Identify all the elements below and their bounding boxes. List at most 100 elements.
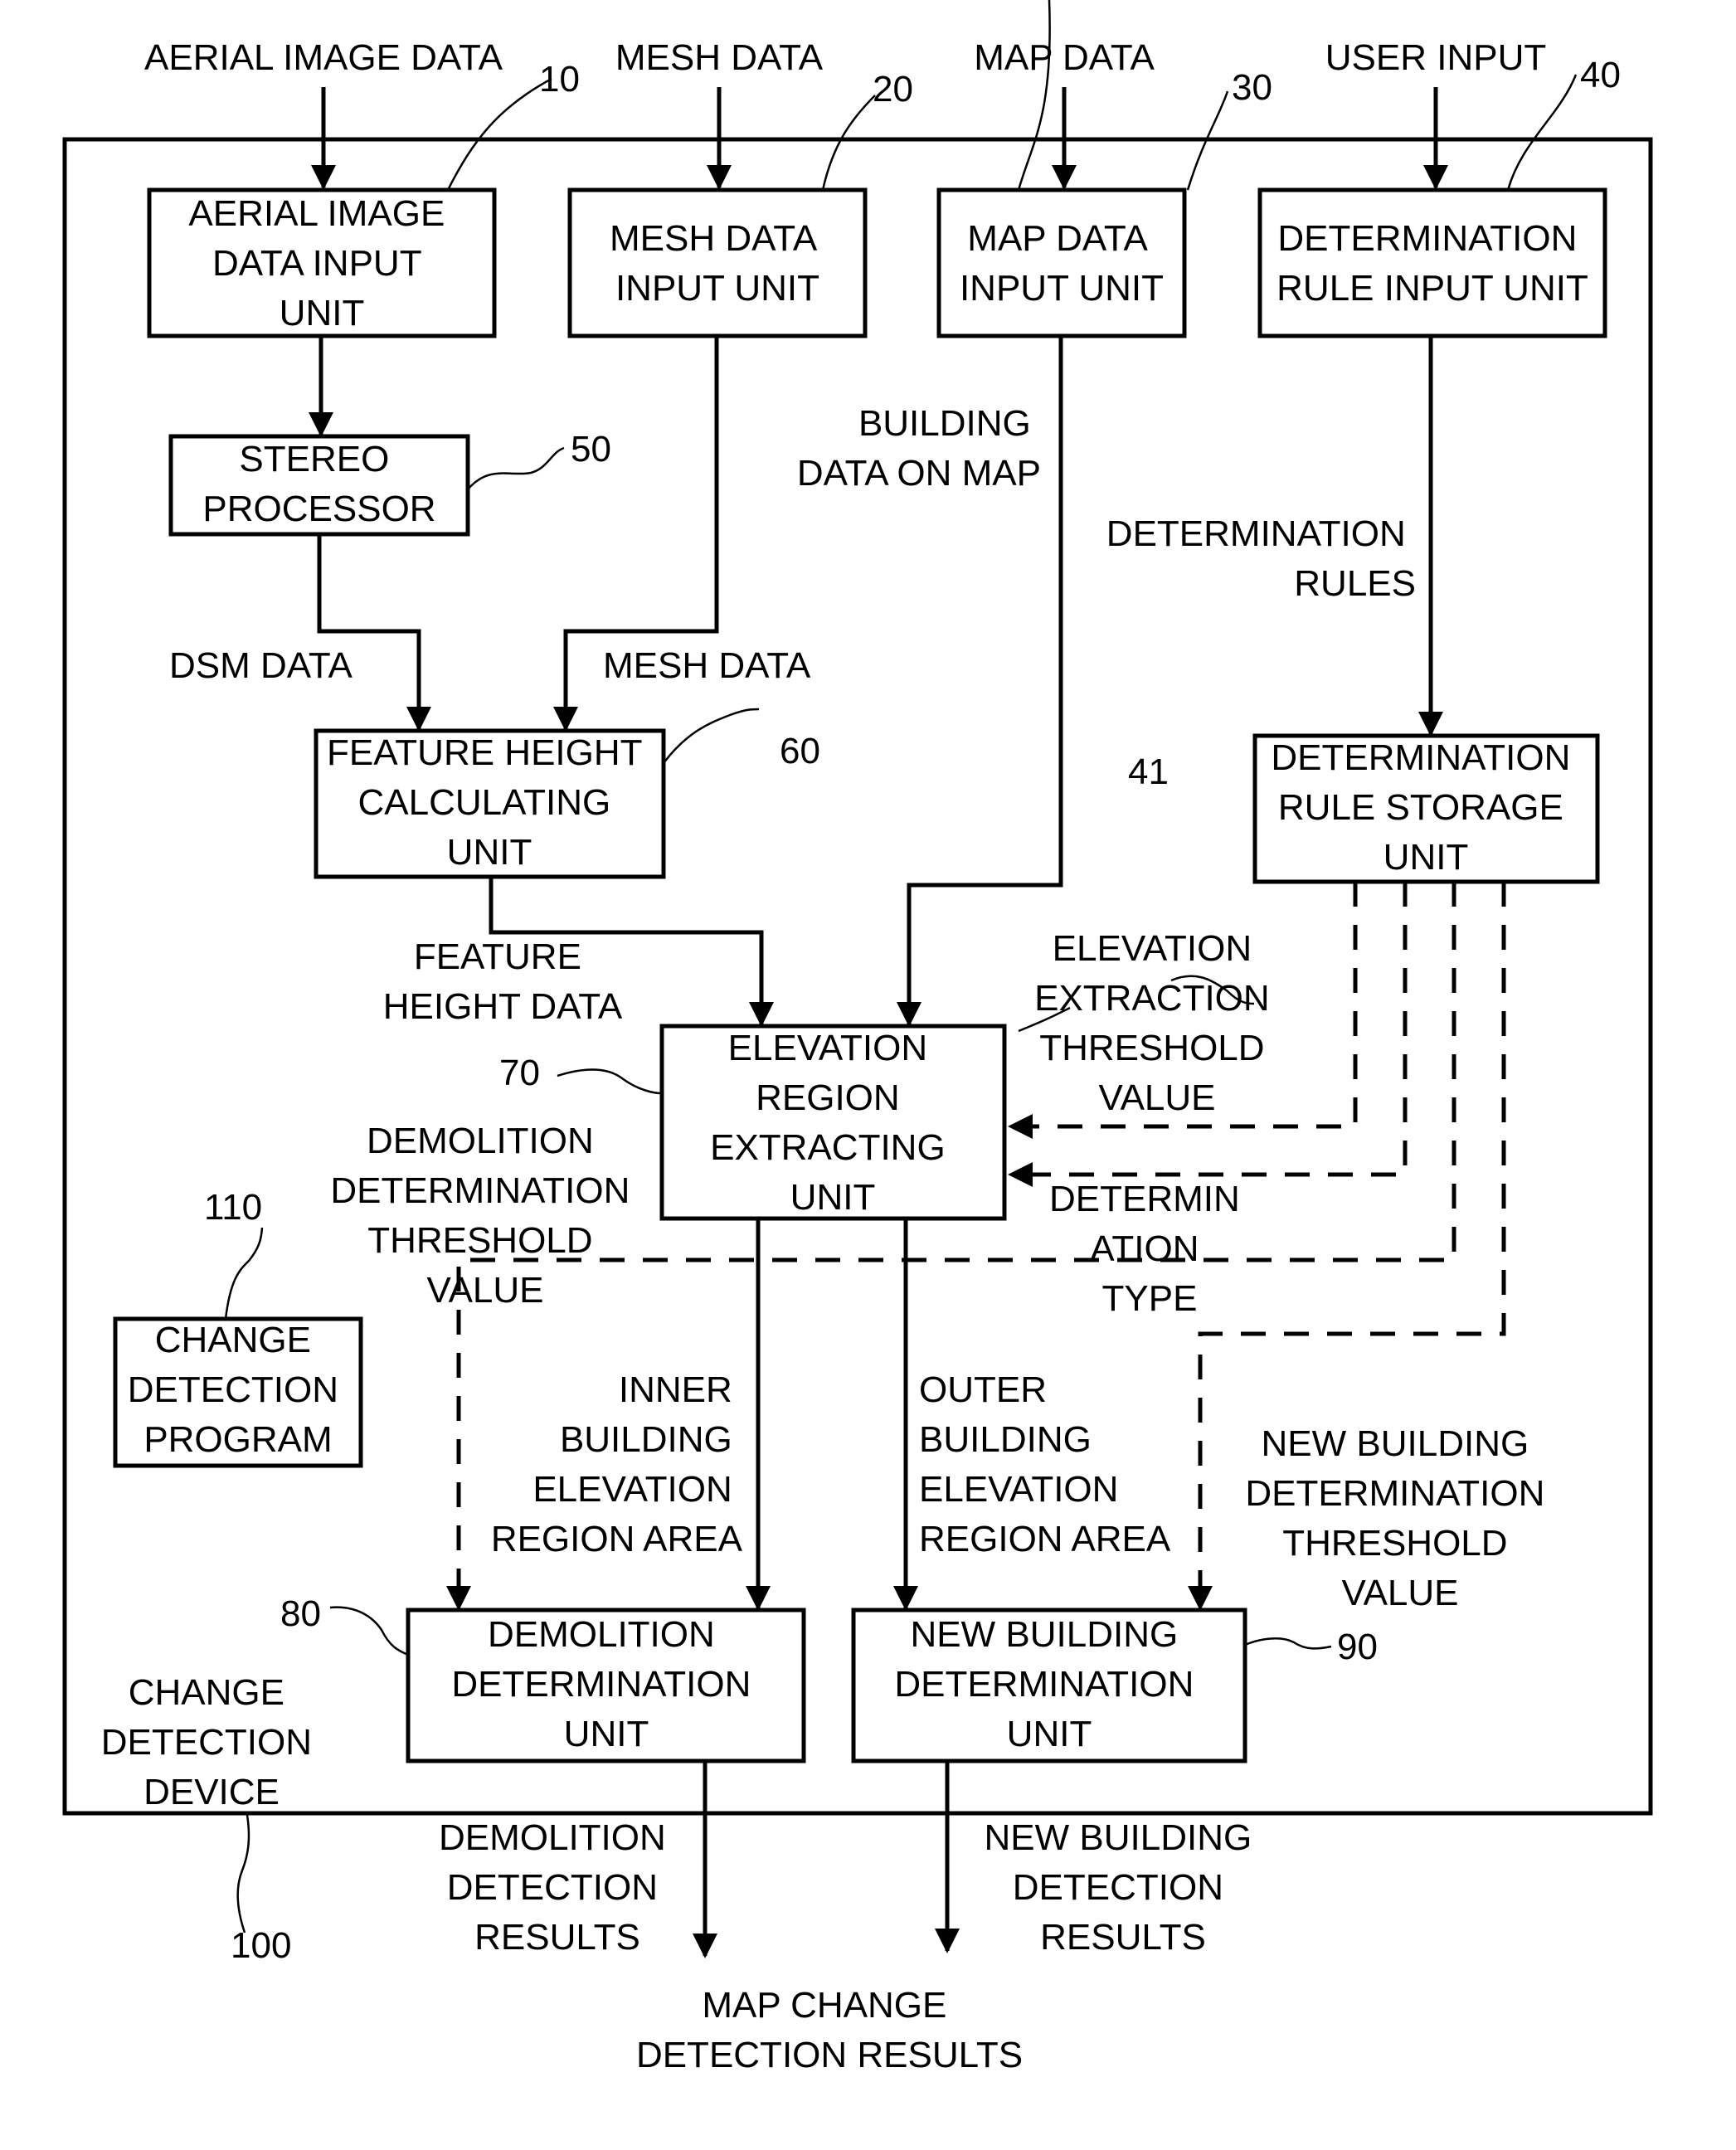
label-line: THRESHOLD (1282, 1523, 1507, 1564)
label-line: VALUE (426, 1270, 543, 1311)
ref-80: 80 (280, 1593, 321, 1634)
label-line: STEREO (239, 439, 389, 479)
ref-70: 70 (499, 1053, 540, 1093)
label-line: DATA INPUT (212, 243, 421, 284)
ref-41: 41 (1128, 752, 1169, 792)
map-data-input-unit (936, 187, 1187, 338)
flow-label-demolition-results: DEMOLITION DETECTION RESULTS (439, 1817, 676, 1958)
leader-60 (663, 708, 760, 764)
label-line: RESULTS (1040, 1917, 1206, 1958)
label-line: DETERMINATION (894, 1664, 1194, 1705)
label-line: DETERMINATION (1106, 513, 1406, 554)
label-line: TYPE (1102, 1278, 1198, 1319)
label-line: RULE INPUT UNIT (1276, 268, 1588, 309)
label-line: VALUE (1098, 1077, 1215, 1118)
arrow-dsm-data (317, 535, 431, 732)
label-line: UNIT (280, 293, 365, 333)
flow-label-inner-area: INNER BUILDING ELEVATION REGION AREA (491, 1369, 743, 1559)
label-line: DETECTION (101, 1722, 312, 1763)
label-line: ELEVATION (728, 1028, 927, 1068)
device-label: CHANGE DETECTION DEVICE (101, 1672, 322, 1812)
label-line: MAP DATA (967, 218, 1148, 259)
ref-30: 30 (1232, 67, 1272, 108)
label-line: CHANGE (155, 1320, 311, 1360)
label-line: DETECTION (1013, 1867, 1223, 1908)
label-line: DETERMINATION (1245, 1473, 1544, 1514)
label-line: EXTRACTION (1034, 978, 1270, 1019)
label-line: REGION AREA (491, 1519, 743, 1559)
ref-50: 50 (571, 429, 611, 469)
label-line: FEATURE (414, 936, 581, 977)
label-line: CHANGE (129, 1672, 284, 1713)
ref-40: 40 (1580, 55, 1621, 95)
label-line: DETECTION RESULTS (636, 2035, 1023, 2075)
label-line: OUTER (919, 1369, 1047, 1410)
flow-label-determination-rules: DETERMINATION RULES (1106, 513, 1416, 604)
leader-40 (1506, 74, 1578, 191)
leader-110 (224, 1227, 264, 1320)
label-line: VALUE (1341, 1573, 1458, 1613)
label-line: DATA ON MAP (797, 453, 1041, 494)
label-line: INNER (619, 1369, 732, 1410)
label-line: THRESHOLD (1039, 1028, 1264, 1068)
label-line: UNIT (790, 1177, 876, 1218)
flow-label-outer-area: OUTER BUILDING ELEVATION REGION AREA (919, 1369, 1171, 1559)
flow-label-determination-type: DETERMIN ATION TYPE (1049, 1179, 1250, 1319)
label-line: DEVICE (143, 1772, 280, 1812)
leader-30 (1017, 0, 1051, 191)
label-line: EXTRACTING (710, 1127, 946, 1168)
flow-label-feature-height-data: FEATURE HEIGHT DATA (383, 936, 623, 1027)
label-line: HEIGHT DATA (383, 986, 623, 1027)
ref-100: 100 (231, 1925, 291, 1966)
label-line: DETERMIN (1049, 1179, 1240, 1219)
label-line: RESULTS (474, 1917, 640, 1958)
leader-90 (1244, 1637, 1332, 1650)
ref-20: 20 (873, 69, 913, 109)
input-label-map-data: MAP DATA (974, 37, 1155, 78)
leader-20 (821, 95, 876, 191)
label-line: DEMOLITION (488, 1614, 715, 1655)
label-line: DETERMINATION (1271, 737, 1570, 778)
label-line: NEW BUILDING (1262, 1423, 1529, 1464)
ref-60: 60 (780, 731, 820, 771)
label-line: MESH DATA (610, 218, 818, 259)
flow-label-elevation-extraction-threshold: ELEVATION EXTRACTION THRESHOLD VALUE (1034, 928, 1280, 1118)
label-line: DETERMINATION (330, 1170, 630, 1211)
label-line: REGION AREA (919, 1519, 1171, 1559)
label-line: PROCESSOR (202, 489, 435, 529)
label-line: FEATURE HEIGHT (327, 732, 642, 773)
label-line: NEW BUILDING (911, 1614, 1179, 1655)
label-line: DETECTION (128, 1369, 338, 1410)
label-line: DETERMINATION (451, 1664, 751, 1705)
flow-label-new-building-threshold: NEW BUILDING DETERMINATION THRESHOLD VAL… (1245, 1423, 1554, 1613)
flow-label-dsm-data: DSM DATA (169, 645, 353, 686)
label-line: RULES (1294, 563, 1416, 604)
leader-50 (467, 446, 565, 490)
label-line: DETECTION (447, 1867, 658, 1908)
label-line: INPUT UNIT (615, 268, 819, 309)
mesh-data-input-unit (567, 187, 868, 338)
label-line: ELEVATION (1053, 928, 1252, 969)
label-line: CALCULATING (357, 782, 610, 823)
label-line: UNIT (447, 832, 532, 873)
output-label-map-change-detection-results: MAP CHANGE DETECTION RESULTS (636, 1985, 1023, 2075)
flow-label-mesh-data: MESH DATA (603, 645, 811, 686)
label-line: INPUT UNIT (960, 268, 1164, 309)
label-line: BUILDING (560, 1419, 732, 1460)
label-line: DEMOLITION (367, 1121, 594, 1161)
label-line: BUILDING (919, 1419, 1092, 1460)
label-line: DEMOLITION (439, 1817, 666, 1858)
label-change-detection-program: CHANGE DETECTION PROGRAM (128, 1320, 348, 1460)
label-line: UNIT (1383, 837, 1469, 878)
ref-110: 110 (204, 1187, 262, 1228)
leader-10 (446, 77, 552, 191)
label-line: UNIT (1007, 1714, 1092, 1754)
label-line: NEW BUILDING (985, 1817, 1252, 1858)
label-line: PROGRAM (143, 1419, 332, 1460)
input-label-user-input: USER INPUT (1325, 37, 1546, 78)
flow-label-building-data-on-map: BUILDING DATA ON MAP (797, 403, 1041, 494)
leader-100 (236, 1814, 250, 1934)
input-label-mesh-data: MESH DATA (615, 37, 824, 78)
label-line: ATION (1090, 1228, 1199, 1269)
label-line: THRESHOLD (367, 1220, 592, 1261)
